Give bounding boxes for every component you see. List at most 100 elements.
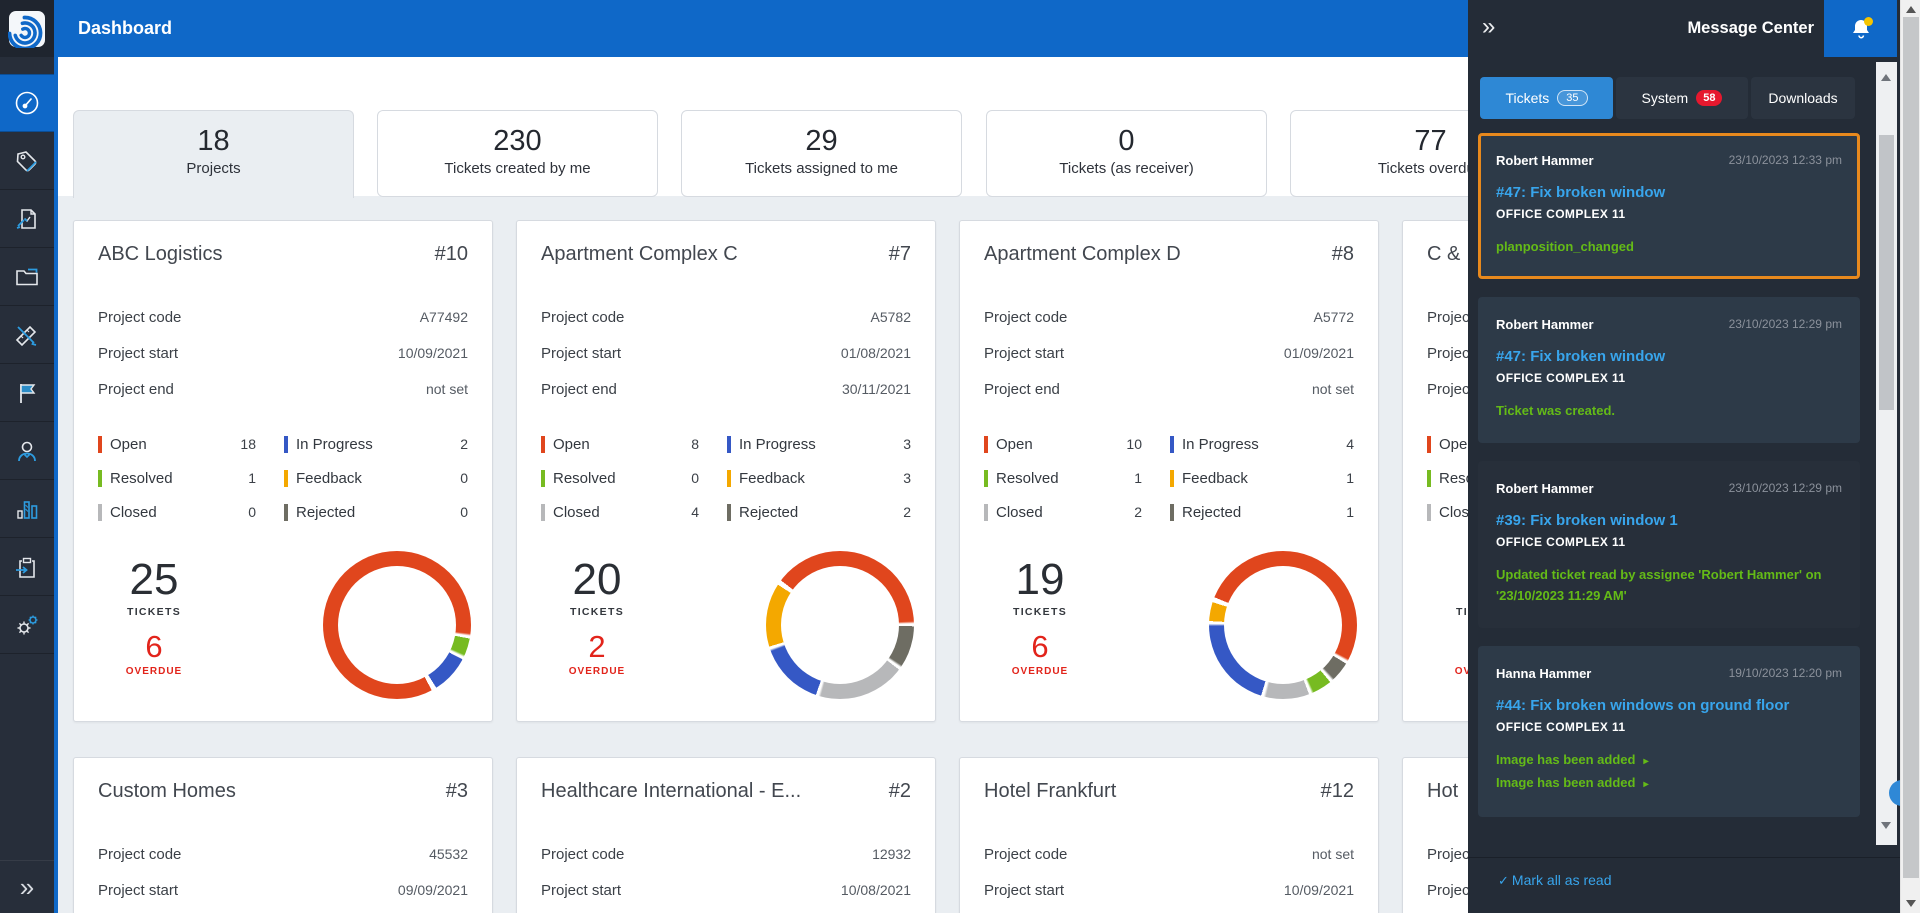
notification-messages: Ticket was created. [1496, 400, 1842, 421]
scroll-down-arrow-icon[interactable] [1906, 900, 1916, 907]
scroll-down-arrow-icon[interactable] [1881, 822, 1891, 829]
project-end-row: Project end [984, 908, 1354, 913]
notification-ticket-link[interactable]: #47: Fix broken window [1496, 348, 1842, 365]
notification-card-1[interactable]: Robert Hammer 23/10/2023 12:33 pm #47: F… [1478, 133, 1860, 279]
sidebar-item-users[interactable] [0, 422, 54, 480]
page-scrollbar-thumb[interactable] [1903, 17, 1919, 878]
project-start-row: Project start 01/09/2021 [984, 335, 1354, 371]
status-color-bar [1427, 469, 1431, 487]
notification-message: Updated ticket read by assignee 'Robert … [1496, 567, 1822, 603]
project-name: Apartment Complex C [541, 243, 738, 265]
detail-label: Project start [541, 344, 622, 362]
expand-arrow-icon: ▸ [1643, 756, 1649, 767]
stat-value: 77 [1414, 125, 1447, 157]
tickets-count: 19 [1015, 555, 1065, 604]
sidebar-item-folder[interactable] [0, 248, 54, 306]
tab-system[interactable]: System 58 [1616, 77, 1748, 119]
tab-downloads[interactable]: Downloads [1751, 77, 1855, 119]
stat-tile-tickets-overdue[interactable]: 77 Tickets overdue [1290, 110, 1468, 197]
sidebar-item-settings[interactable] [0, 596, 54, 654]
notification-ticket-link[interactable]: #39: Fix broken window 1 [1496, 512, 1842, 529]
project-card-5[interactable]: Custom Homes #3 Project code 45532 Project… [73, 757, 493, 913]
project-end-row: Project end not set [98, 371, 468, 407]
project-card-4[interactable]: C & Project code Project start Project end… [1402, 220, 1468, 722]
legend-row-resolved: Resolved 1 [98, 461, 256, 495]
project-name: Hotel Frankfurt [984, 780, 1117, 802]
sidebar-item-measurements[interactable] [0, 306, 54, 364]
project-code-row: Project code 12932 [541, 836, 911, 872]
detail-value: 10/09/2021 [397, 345, 468, 361]
sidebar-item-audit-report[interactable] [0, 190, 54, 248]
status-color-bar [1427, 503, 1431, 521]
notification-ticket-link[interactable]: #44: Fix broken windows on ground floor [1496, 697, 1842, 714]
app-logo[interactable] [0, 0, 54, 57]
status-count: 2 [1134, 504, 1142, 520]
notification-card-4[interactable]: Hanna Hammer 19/10/2023 12:20 pm #44: Fi… [1478, 646, 1860, 817]
panel-collapse-button[interactable]: » [1482, 12, 1495, 42]
project-end-row: Project end [1427, 908, 1468, 913]
dashboard-gauge-icon [15, 91, 39, 115]
status-color-bar [1170, 469, 1174, 487]
notification-card-2[interactable]: Robert Hammer 23/10/2023 12:29 pm #47: F… [1478, 297, 1860, 443]
notification-card-3[interactable]: Robert Hammer 23/10/2023 12:29 pm #39: F… [1478, 461, 1860, 628]
project-card-2[interactable]: Apartment Complex C #7 Project code A5782… [516, 220, 936, 722]
status-color-bar [284, 469, 288, 487]
project-card-7[interactable]: Hotel Frankfurt #12 Project code not set P… [959, 757, 1379, 913]
status-label: In Progress [739, 435, 816, 453]
report-pin-icon [16, 208, 36, 229]
sidebar-item-flags[interactable] [0, 364, 54, 422]
sidebar-item-handover[interactable] [0, 538, 54, 596]
tab-badge: 35 [1557, 90, 1588, 106]
project-card-bottom: 20 TICKETS 2 OVERDUE [541, 551, 914, 699]
project-details: Project code Project start Project end [1427, 836, 1468, 913]
project-card-6[interactable]: Healthcare International - E... #2 Proje… [516, 757, 936, 913]
logo-icon [8, 10, 45, 48]
sidebar-nav [0, 74, 54, 654]
project-card-8[interactable]: Hot Project code Project start Project end… [1402, 757, 1468, 913]
status-color-bar [541, 503, 545, 521]
notification-message: Ticket was created. [1496, 403, 1615, 418]
notification-message: planposition_changed [1496, 239, 1634, 254]
stat-tile-tickets-created-by-me[interactable]: 230 Tickets created by me [377, 110, 658, 197]
status-count: 0 [460, 504, 468, 520]
status-label: Open [996, 435, 1033, 453]
detail-label: Project end [984, 380, 1060, 398]
checkmark-icon: ✓ [1498, 873, 1509, 888]
scroll-up-arrow-icon[interactable] [1881, 74, 1891, 81]
project-start-row: Project start 01/08/2021 [541, 335, 911, 371]
status-count: 0 [460, 470, 468, 486]
detail-label: Project start [541, 881, 622, 899]
list-scrollbar[interactable] [1876, 62, 1897, 845]
list-scrollbar-thumb[interactable] [1879, 135, 1894, 410]
scroll-up-arrow-icon[interactable] [1906, 6, 1916, 13]
project-card-1[interactable]: ABC Logistics #10 Project code A77492 Proj… [73, 220, 493, 722]
status-color-bar [1170, 435, 1174, 453]
stat-tile-tickets-assigned-to-me[interactable]: 29 Tickets assigned to me [681, 110, 962, 197]
notification-ticket-link[interactable]: #47: Fix broken window [1496, 184, 1842, 201]
sidebar-item-statistics[interactable] [0, 480, 54, 538]
status-count: 2 [460, 436, 468, 452]
stat-tile-projects[interactable]: 18 Projects [73, 110, 354, 198]
tab-tickets[interactable]: Tickets 35 [1480, 77, 1613, 119]
mark-all-read-button[interactable]: ✓ Mark all as read [1498, 872, 1612, 889]
sidebar-expand-button[interactable]: » [0, 860, 54, 913]
status-label: Closed [553, 503, 600, 521]
overdue-count: 6 [1031, 629, 1049, 664]
tab-label: Tickets [1505, 90, 1550, 106]
page-scrollbar[interactable] [1900, 0, 1920, 913]
notification-header: Robert Hammer 23/10/2023 12:29 pm [1496, 481, 1842, 496]
notification-message[interactable]: Image has been added ▸ [1496, 772, 1842, 795]
notifications-bell-button[interactable] [1824, 0, 1897, 57]
ticket-count-block: 2 TICKETS 6 OVERDUE [1427, 557, 1468, 677]
legend-row-feedback: Feedback 0 [284, 461, 468, 495]
sidebar-item-tags[interactable] [0, 132, 54, 190]
sidebar-item-dashboard[interactable] [0, 74, 54, 132]
tickets-count: 2 [1427, 557, 1468, 603]
legend-column: Open 18 Resolved 1 Closed 0 [98, 427, 256, 529]
tickets-count: 25 [129, 555, 179, 604]
notification-message[interactable]: Image has been added ▸ [1496, 749, 1842, 772]
project-card-3[interactable]: Apartment Complex D #8 Project code A5772… [959, 220, 1379, 722]
detail-value: A77492 [419, 309, 468, 325]
stat-tile-tickets-as-receiver-[interactable]: 0 Tickets (as receiver) [986, 110, 1267, 197]
overdue-count: 6 [1427, 630, 1468, 664]
